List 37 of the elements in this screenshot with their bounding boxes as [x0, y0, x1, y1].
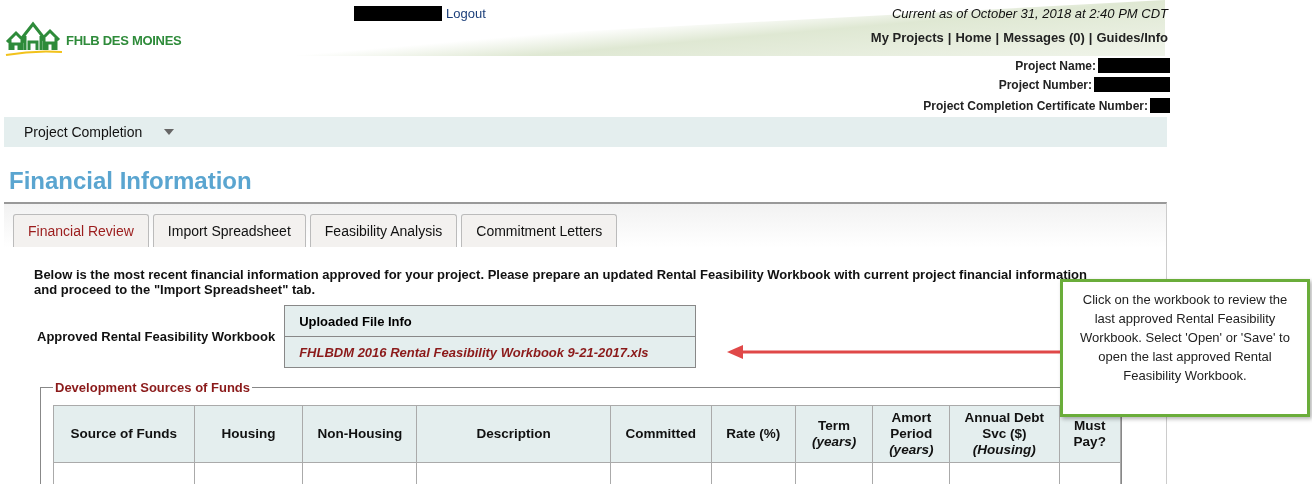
tab[interactable]: Feasibility Analysis — [309, 214, 458, 247]
column-header: Non-Housing — [303, 405, 417, 463]
timestamp: Current as of October 31, 2018 at 2:40 PM CDT — [890, 6, 1168, 21]
separator: | — [1088, 30, 1093, 45]
nav-link[interactable]: Guides/Info — [1096, 30, 1168, 45]
houses-logo-icon — [4, 20, 64, 56]
logo-text: FHLB DES MOINES — [66, 33, 182, 48]
page-title: Financial Information — [9, 167, 253, 195]
column-header: Annual Debt Svc ($) (Housing) — [949, 405, 1059, 463]
column-header: Description — [416, 405, 611, 463]
separator: | — [995, 30, 1000, 45]
caret-icon — [164, 129, 175, 135]
nav-link[interactable]: Home — [955, 30, 992, 45]
column-header: Rate (%) — [711, 405, 796, 463]
column-header: Amort Period (years) — [872, 405, 950, 463]
redaction-bar — [1098, 58, 1170, 73]
nav-link[interactable]: My Projects — [870, 30, 944, 45]
column-header: Uploaded File Info — [284, 305, 696, 337]
callout-note: Click on the workbook to review the last approved Rental Feasibility Workbook. Select 'Open' or 'Save' to open the last approved Rental Feasibility Workbook. — [1060, 279, 1310, 417]
project-field-label: Project Number: — [998, 77, 1092, 92]
nav-link[interactable]: Messages (0) — [1003, 30, 1085, 45]
column-header: Source of Funds — [53, 405, 195, 463]
column-header: Housing — [194, 405, 303, 463]
file-link[interactable]: FHLBDM 2016 Rental Feasibility Workbook 9-21-2017.xls — [284, 336, 696, 368]
separator: | — [947, 30, 952, 45]
redaction-bar — [1150, 98, 1170, 113]
project-field-label: Project Name: — [1015, 58, 1096, 73]
fieldset-legend: Development Sources of Funds — [53, 380, 253, 395]
tab[interactable]: Financial Review — [13, 214, 149, 247]
workbook-label: Approved Rental Feasibility Workbook — [37, 329, 276, 344]
column-header: Term (years) — [795, 405, 873, 463]
tab[interactable]: Commitment Letters — [461, 214, 618, 247]
project-field-label: Project Completion Certificate Number: — [923, 98, 1148, 113]
logout-link[interactable]: Logout — [446, 6, 486, 21]
tab[interactable]: Import Spreadsheet — [152, 214, 306, 247]
menu-dropdown[interactable]: Project Completion — [24, 124, 175, 140]
column-header: Committed — [610, 405, 712, 463]
